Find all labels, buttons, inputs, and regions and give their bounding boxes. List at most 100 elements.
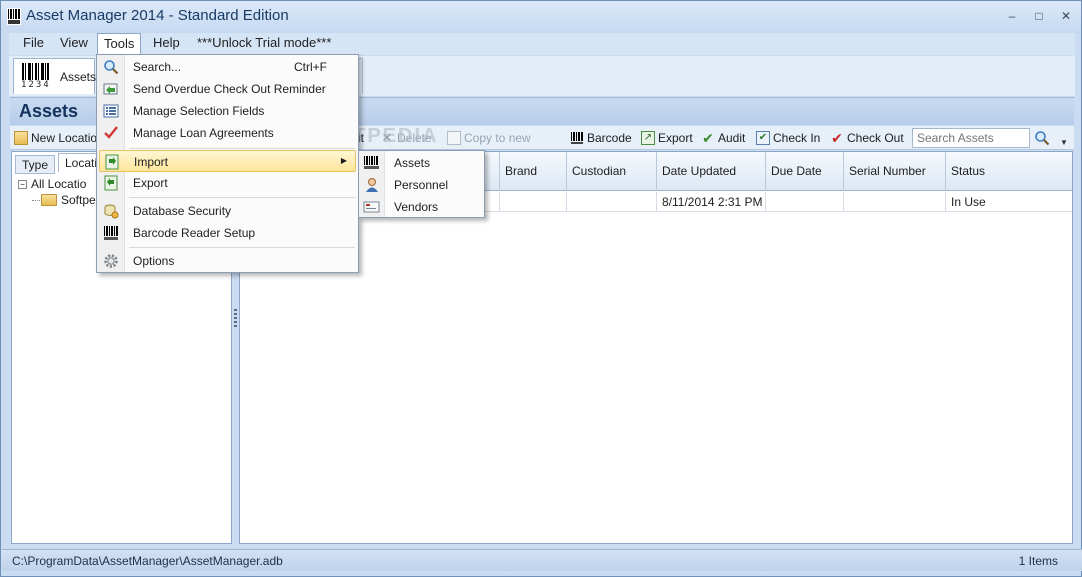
status-bar: C:\ProgramData\AssetManager\AssetManager… (2, 549, 1082, 571)
cell-serial-number (844, 192, 946, 212)
column-header-custodian[interactable]: Custodian (567, 152, 657, 191)
search-input[interactable] (912, 128, 1030, 148)
checkmark-icon (104, 126, 118, 139)
barcode-icon (364, 156, 379, 169)
tree-connector (32, 199, 40, 201)
menu-tools[interactable]: Tools (97, 33, 142, 54)
reminder-icon (103, 83, 118, 95)
collapse-icon[interactable]: − (18, 179, 27, 189)
column-header-status[interactable]: Status (946, 152, 1072, 191)
menu-item-import[interactable]: Import ▶ (99, 150, 356, 172)
submenu-item-label: Assets (394, 156, 431, 170)
menu-view[interactable]: View (54, 33, 94, 54)
submenu-item-vendors[interactable]: Vendors (361, 196, 482, 218)
menu-unlock-trial[interactable]: ***Unlock Trial mode*** (191, 33, 337, 54)
menu-item-label: Database Security (133, 204, 232, 218)
export-icon (104, 175, 118, 191)
tab-assets-label: Assets (60, 70, 97, 84)
window-title: Asset Manager 2014 - Standard Edition (26, 7, 289, 24)
tree-item-all-locations[interactable]: − All Locatio (18, 176, 102, 192)
menu-item-label: Options (133, 254, 175, 268)
copy-to-new-button[interactable]: Copy to new (447, 130, 531, 146)
column-header-serial-number[interactable]: Serial Number (844, 152, 946, 191)
cell-due-date (766, 192, 844, 212)
menu-item-manage-selection-fields[interactable]: Manage Selection Fields (99, 100, 356, 122)
menu-item-manage-loan-agreements[interactable]: Manage Loan Agreements (99, 122, 356, 144)
check-in-icon: ✔ (756, 131, 770, 145)
close-button[interactable]: ✕ (1055, 7, 1077, 25)
column-header-due-date[interactable]: Due Date (766, 152, 844, 191)
menu-item-label: Barcode Reader Setup (133, 226, 256, 240)
check-out-icon: ✔ (831, 130, 843, 146)
maximize-button[interactable]: □ (1028, 7, 1050, 25)
menu-separator (129, 197, 355, 198)
menu-item-database-security[interactable]: Database Security (99, 200, 356, 222)
menu-item-label: Export (133, 176, 168, 190)
export-button[interactable]: ↗ Export (641, 130, 693, 146)
minimize-button[interactable]: – (1001, 7, 1023, 25)
menu-item-shortcut: Ctrl+F (294, 60, 327, 74)
page-title: Assets (19, 101, 79, 121)
check-out-button[interactable]: ✔ Check Out (830, 130, 904, 146)
submenu-item-label: Personnel (394, 178, 449, 192)
audit-button[interactable]: ✔ Audit (701, 130, 745, 146)
menu-separator (129, 247, 355, 248)
menu-item-search[interactable]: Search... Ctrl+F (99, 56, 356, 78)
item-count: 1 Items (1018, 554, 1058, 568)
menu-item-barcode-reader-setup[interactable]: Barcode Reader Setup (99, 222, 356, 244)
column-header-brand[interactable]: Brand (500, 152, 567, 191)
location-tree: − All Locatio Softpec (18, 176, 102, 208)
barcode-digits: 1234 (21, 80, 51, 90)
check-in-button[interactable]: ✔ Check In (756, 130, 820, 146)
submenu-item-label: Vendors (394, 200, 439, 214)
search-icon (104, 60, 119, 75)
menu-file[interactable]: File (17, 33, 50, 54)
copy-icon (447, 131, 461, 145)
database-security-icon (104, 204, 119, 219)
new-location-button[interactable]: New Locatio (14, 130, 97, 146)
menu-item-send-reminder[interactable]: Send Overdue Check Out Reminder (99, 78, 356, 100)
menu-separator (129, 148, 355, 149)
export-label: Export (658, 131, 693, 145)
app-barcode-icon (7, 8, 21, 25)
cell-custodian (567, 192, 657, 212)
new-location-label: New Locatio (31, 131, 98, 145)
menu-item-label: Manage Selection Fields (133, 104, 265, 118)
submenu-item-personnel[interactable]: Personnel (361, 174, 482, 196)
column-header-date-updated[interactable]: Date Updated (657, 152, 766, 191)
vendor-card-icon (363, 201, 380, 213)
menu-item-label: Manage Loan Agreements (133, 126, 274, 140)
barcode-button[interactable]: Barcode (570, 130, 632, 146)
copy-to-new-label: Copy to new (464, 131, 531, 145)
audit-label: Audit (718, 131, 746, 145)
barcode-icon (104, 226, 118, 240)
menu-item-options[interactable]: Options (99, 250, 356, 272)
cell-date-updated: 8/11/2014 2:31 PM (657, 192, 766, 212)
tree-item-label: All Locatio (31, 177, 87, 191)
title-bar: Asset Manager 2014 - Standard Edition – … (1, 1, 1081, 33)
menu-item-export[interactable]: Export (99, 172, 356, 194)
audit-icon: ✔ (702, 130, 714, 146)
menu-help[interactable]: Help (147, 33, 186, 54)
tab-type[interactable]: Type (15, 155, 56, 174)
import-icon (105, 154, 119, 170)
toolbar-overflow-icon[interactable]: ▼ (1060, 138, 1068, 147)
submenu-arrow-icon: ▶ (340, 156, 347, 165)
gear-icon (104, 254, 118, 268)
folder-icon (41, 194, 57, 206)
database-path: C:\ProgramData\AssetManager\AssetManager… (12, 554, 283, 568)
menu-bar: File View Tools Help ***Unlock Trial mod… (9, 33, 1075, 55)
splitter-handle[interactable] (234, 309, 237, 329)
app-window: Asset Manager 2014 - Standard Edition – … (0, 0, 1082, 577)
export-icon: ↗ (641, 131, 655, 145)
search-icon[interactable] (1034, 130, 1050, 146)
barcode-icon (571, 132, 583, 144)
list-icon (103, 104, 119, 118)
tab-assets[interactable]: 1234 Assets (13, 58, 97, 94)
check-out-label: Check Out (847, 131, 904, 145)
new-folder-icon (14, 131, 28, 145)
submenu-item-assets[interactable]: Assets (361, 152, 482, 174)
cell-status: In Use (951, 195, 986, 209)
tree-item-softpedia[interactable]: Softpec (18, 192, 102, 208)
tools-menu: Search... Ctrl+F Send Overdue Check Out … (96, 54, 359, 273)
